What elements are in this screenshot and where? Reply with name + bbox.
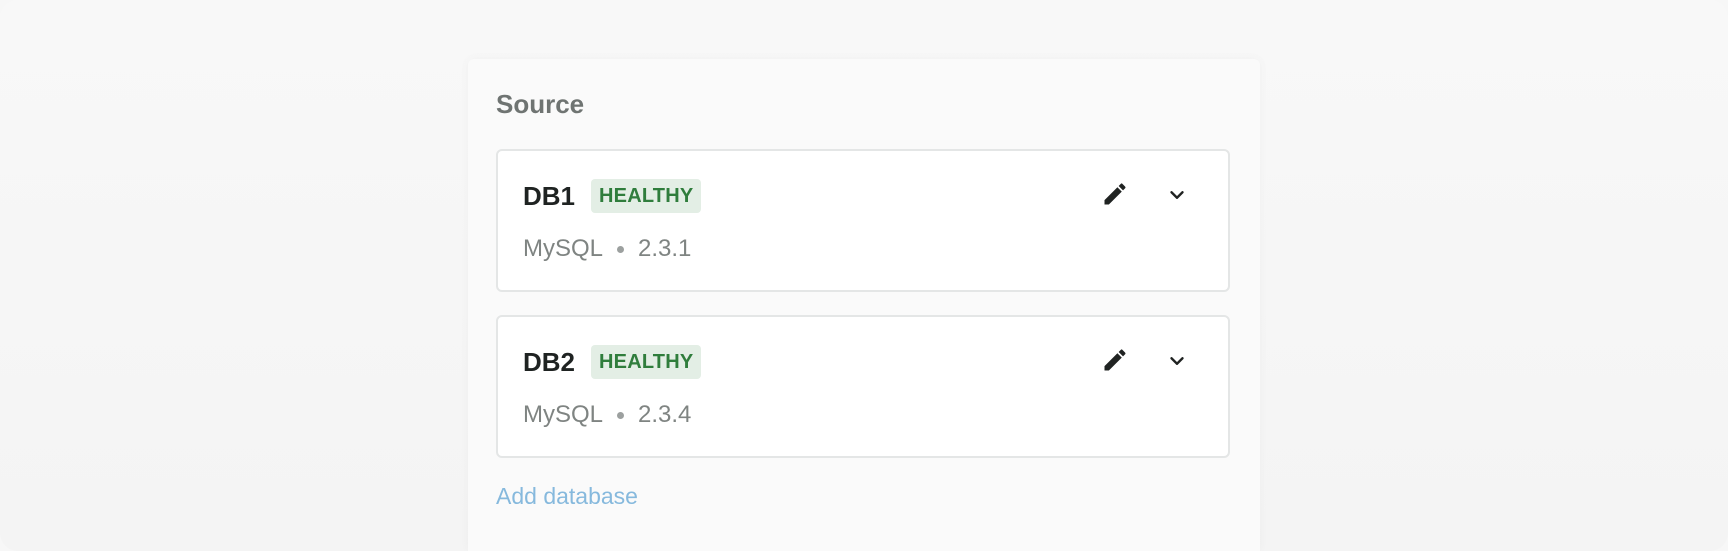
status-badge: HEALTHY (591, 345, 702, 379)
database-card-db1: DB1 HEALTHY MySQL 2.3.1 (496, 149, 1230, 292)
database-engine: MySQL (523, 235, 604, 262)
expand-database-button[interactable] (1162, 348, 1192, 378)
database-meta: MySQL 2.3.1 (523, 235, 691, 263)
chevron-down-icon (1166, 184, 1188, 211)
database-card-header: DB1 HEALTHY (523, 179, 702, 213)
section-title: Source (496, 89, 585, 119)
separator-dot-icon (617, 245, 625, 253)
database-name: DB2 (523, 346, 576, 377)
database-card-db2: DB2 HEALTHY MySQL 2.3.4 (496, 315, 1230, 458)
database-meta: MySQL 2.3.4 (523, 401, 691, 429)
pencil-icon (1101, 180, 1129, 213)
expand-database-button[interactable] (1162, 182, 1192, 212)
source-panel: Source DB1 HEALTHY MySQL 2.3.1 DB2 HEALT… (468, 59, 1260, 551)
database-engine: MySQL (523, 401, 604, 428)
edit-database-button[interactable] (1100, 347, 1130, 377)
page-frame: Source DB1 HEALTHY MySQL 2.3.1 DB2 HEALT… (0, 0, 1728, 551)
separator-dot-icon (617, 411, 625, 419)
add-database-link[interactable]: Add database (496, 483, 638, 510)
pencil-icon (1101, 346, 1129, 379)
status-badge: HEALTHY (591, 179, 702, 213)
database-version: 2.3.1 (638, 235, 692, 262)
chevron-down-icon (1166, 350, 1188, 377)
database-card-header: DB2 HEALTHY (523, 345, 702, 379)
database-name: DB1 (523, 180, 576, 211)
database-version: 2.3.4 (638, 401, 692, 428)
edit-database-button[interactable] (1100, 181, 1130, 211)
